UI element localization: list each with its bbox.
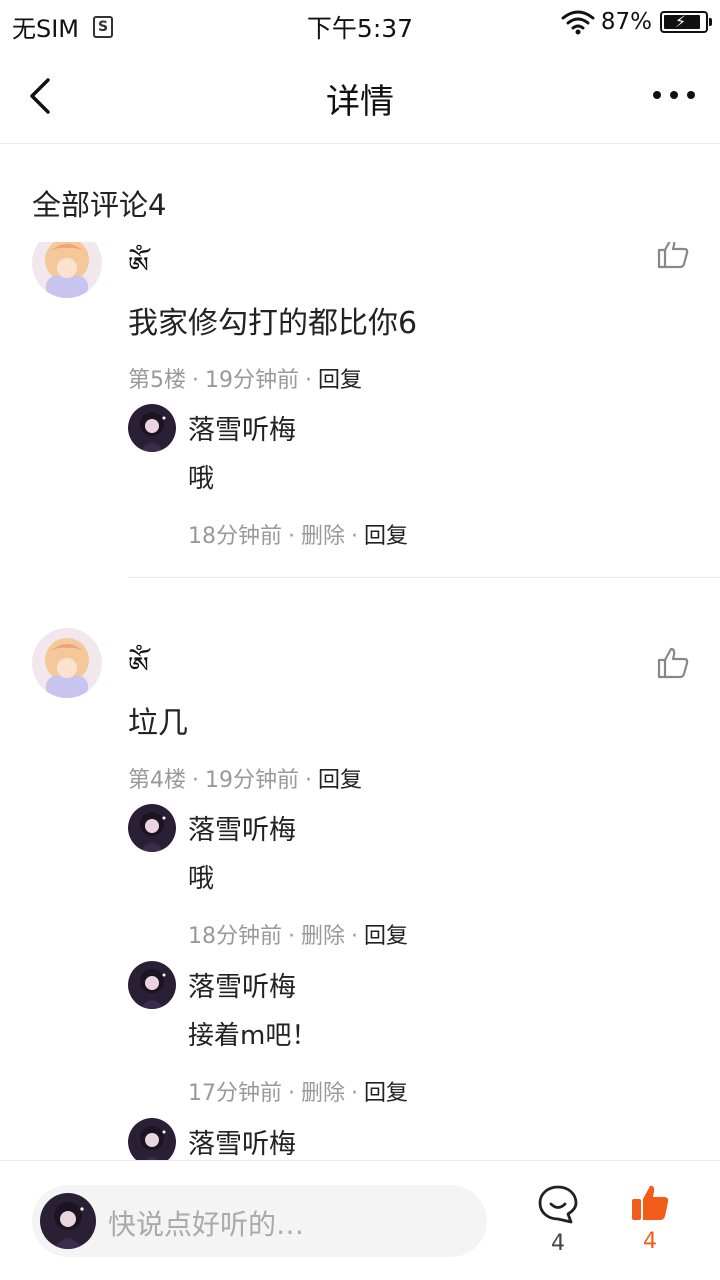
comment-item: ཨོཾ 垃几 第4楼 · 19分钟前 · 回复 落雪听梅 哦 18分钟前 · 删… (0, 592, 720, 1160)
like-button[interactable]: 4 (622, 1183, 678, 1263)
comment-text: 垃几 (128, 706, 188, 741)
floor-label: 第5楼 (128, 368, 186, 393)
reply-meta: 18分钟前 · 删除 · 回复 (188, 524, 409, 549)
all-comments-heading: 全部评论4 (32, 188, 167, 222)
thumbs-up-filled-icon (632, 1185, 669, 1220)
reply-time: 18分钟前 (188, 524, 282, 549)
status-right: 87% ⚡ (561, 9, 712, 35)
reply-button[interactable]: 回复 (364, 524, 408, 549)
comment-input[interactable]: 快说点好听的… (32, 1185, 487, 1257)
thumbs-up-icon[interactable] (656, 242, 690, 270)
replier-avatar[interactable] (128, 804, 176, 852)
comment-text: 我家修勾打的都比你6 (128, 306, 418, 341)
reply-text: 接着m吧！ (188, 1021, 318, 1051)
delete-button[interactable]: 删除 (301, 924, 345, 949)
bottom-bar: 快说点好听的… 4 4 (0, 1160, 720, 1280)
like-count: 4 (643, 1229, 657, 1254)
reply-button[interactable]: 回复 (364, 924, 408, 949)
replier-avatar[interactable] (128, 961, 176, 1009)
replier-name: 落雪听梅 (188, 815, 296, 846)
battery-icon: ⚡ (660, 11, 712, 33)
reply-button[interactable]: 回复 (364, 1081, 408, 1106)
divider (128, 577, 720, 578)
reply-text: 哦 (188, 864, 215, 894)
delete-button[interactable]: 删除 (301, 524, 345, 549)
screen: 无SIM S 下午5:37 87% ⚡ 详情 全部评论4 ཨོཾ 我家修勾打的都… (0, 0, 720, 1280)
comment-list[interactable]: ཨོཾ 我家修勾打的都比你6 第5楼 · 19分钟前 · 回复 落雪听梅 哦 1… (0, 242, 720, 1160)
user-avatar (40, 1193, 96, 1249)
commenter-avatar[interactable] (32, 628, 102, 698)
comment-meta: 第4楼 · 19分钟前 · 回复 (128, 768, 363, 793)
comments-button[interactable]: 4 (530, 1183, 586, 1263)
comment-time: 19分钟前 (205, 368, 299, 393)
commenter-avatar[interactable] (32, 242, 102, 298)
comment-input-placeholder: 快说点好听的… (108, 1208, 305, 1241)
more-icon[interactable] (650, 80, 698, 110)
replier-name: 落雪听梅 (188, 972, 296, 1003)
reply-time: 18分钟前 (188, 924, 282, 949)
replier-avatar[interactable] (128, 404, 176, 452)
reply-text: 哦 (188, 464, 215, 494)
nav-bar: 详情 (0, 50, 720, 144)
comment-meta: 第5楼 · 19分钟前 · 回复 (128, 368, 363, 393)
comment-time: 19分钟前 (205, 768, 299, 793)
replier-name: 落雪听梅 (188, 1129, 296, 1160)
reply-time: 17分钟前 (188, 1081, 282, 1106)
comment-count: 4 (551, 1231, 565, 1256)
status-bar: 无SIM S 下午5:37 87% ⚡ (0, 0, 720, 50)
page-title: 详情 (326, 82, 394, 122)
floor-label: 第4楼 (128, 768, 186, 793)
replier-avatar[interactable] (128, 1118, 176, 1160)
comment-bubble-icon (538, 1185, 578, 1224)
thumbs-up-icon[interactable] (656, 646, 690, 680)
reply-meta: 17分钟前 · 删除 · 回复 (188, 1081, 409, 1106)
comment-item: ཨོཾ 我家修勾打的都比你6 第5楼 · 19分钟前 · 回复 落雪听梅 哦 1… (0, 242, 720, 592)
replier-name: 落雪听梅 (188, 415, 296, 446)
wifi-icon (561, 10, 595, 35)
reply-meta: 18分钟前 · 删除 · 回复 (188, 924, 409, 949)
reply-button[interactable]: 回复 (318, 768, 362, 793)
delete-button[interactable]: 删除 (301, 1081, 345, 1106)
battery-percent: 87% (600, 9, 652, 35)
reply-button[interactable]: 回复 (318, 368, 362, 393)
